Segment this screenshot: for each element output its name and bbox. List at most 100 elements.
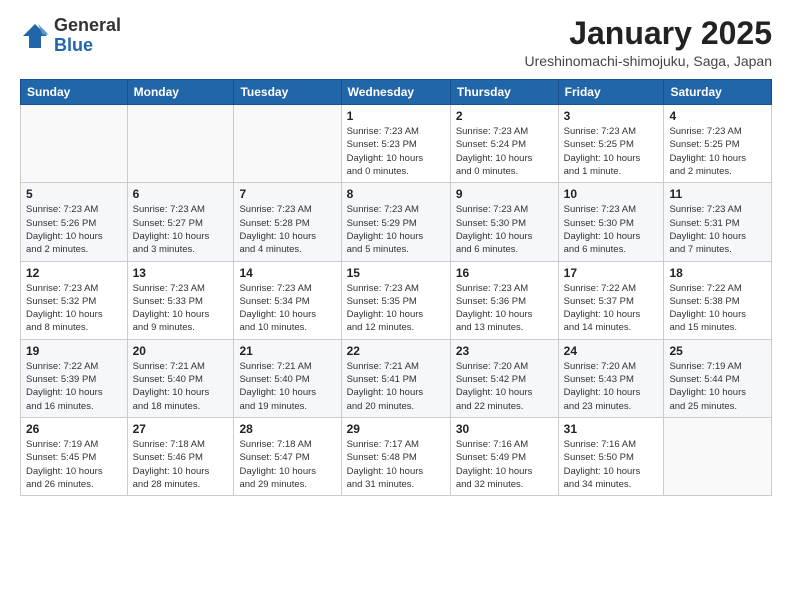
calendar-cell: 1Sunrise: 7:23 AM Sunset: 5:23 PM Daylig… <box>341 105 450 183</box>
calendar-cell: 8 Sunrise: 7:23 AM Sunset: 5:29 PM Daylig… <box>341 183 450 261</box>
day-number: 17 <box>564 266 659 280</box>
day-info: Sunrise: 7:17 AM Sunset: 5:48 PM Dayligh… <box>347 438 445 491</box>
day-number: 11 <box>669 187 766 201</box>
weekday-header-sunday: Sunday <box>21 80 128 105</box>
day-number: 8 <box>347 187 445 201</box>
day-info: Sunrise: 7:23 AM Sunset: 5:25 PM Dayligh… <box>669 125 766 178</box>
day-info: Sunrise: 7:18 AM Sunset: 5:46 PM Dayligh… <box>133 438 229 491</box>
calendar-cell: 21 Sunrise: 7:21 AM Sunset: 5:40 PM Dayli… <box>234 339 341 417</box>
day-number: 25 <box>669 344 766 358</box>
day-number: 24 <box>564 344 659 358</box>
day-number: 15 <box>347 266 445 280</box>
calendar-cell: 9 Sunrise: 7:23 AM Sunset: 5:30 PM Daylig… <box>450 183 558 261</box>
calendar-cell: 16 Sunrise: 7:23 AM Sunset: 5:36 PM Dayli… <box>450 261 558 339</box>
day-info: Sunrise: 7:23 AM Sunset: 5:32 PM Dayligh… <box>26 282 122 335</box>
day-info: Sunrise: 7:23 AM Sunset: 5:33 PM Dayligh… <box>133 282 229 335</box>
day-info: Sunrise: 7:23 AM Sunset: 5:31 PM Dayligh… <box>669 203 766 256</box>
calendar-cell: 24Sunrise: 7:20 AM Sunset: 5:43 PM Dayli… <box>558 339 664 417</box>
day-number: 1 <box>347 109 445 123</box>
day-info: Sunrise: 7:23 AM Sunset: 5:26 PM Dayligh… <box>26 203 122 256</box>
day-number: 31 <box>564 422 659 436</box>
calendar-cell: 28Sunrise: 7:18 AM Sunset: 5:47 PM Dayli… <box>234 417 341 495</box>
day-info: Sunrise: 7:23 AM Sunset: 5:30 PM Dayligh… <box>456 203 553 256</box>
weekday-header-thursday: Thursday <box>450 80 558 105</box>
logo-area: GeneralBlue <box>20 16 121 56</box>
day-number: 5 <box>26 187 122 201</box>
day-info: Sunrise: 7:23 AM Sunset: 5:36 PM Dayligh… <box>456 282 553 335</box>
calendar-cell: 10Sunrise: 7:23 AM Sunset: 5:30 PM Dayli… <box>558 183 664 261</box>
day-number: 7 <box>239 187 335 201</box>
day-info: Sunrise: 7:23 AM Sunset: 5:28 PM Dayligh… <box>239 203 335 256</box>
calendar-week-row: 1Sunrise: 7:23 AM Sunset: 5:23 PM Daylig… <box>21 105 772 183</box>
day-number: 12 <box>26 266 122 280</box>
month-title: January 2025 <box>525 16 772 51</box>
day-number: 13 <box>133 266 229 280</box>
day-info: Sunrise: 7:20 AM Sunset: 5:42 PM Dayligh… <box>456 360 553 413</box>
day-number: 16 <box>456 266 553 280</box>
calendar-week-row: 12 Sunrise: 7:23 AM Sunset: 5:32 PM Dayli… <box>21 261 772 339</box>
page: GeneralBlue January 2025 Ureshinomachi-s… <box>0 0 792 612</box>
day-info: Sunrise: 7:22 AM Sunset: 5:39 PM Dayligh… <box>26 360 122 413</box>
day-info: Sunrise: 7:16 AM Sunset: 5:50 PM Dayligh… <box>564 438 659 491</box>
day-info: Sunrise: 7:23 AM Sunset: 5:35 PM Dayligh… <box>347 282 445 335</box>
calendar-cell: 4Sunrise: 7:23 AM Sunset: 5:25 PM Daylig… <box>664 105 772 183</box>
header: GeneralBlue January 2025 Ureshinomachi-s… <box>20 16 772 69</box>
day-number: 29 <box>347 422 445 436</box>
calendar-week-row: 5 Sunrise: 7:23 AM Sunset: 5:26 PM Daylig… <box>21 183 772 261</box>
weekday-header-saturday: Saturday <box>664 80 772 105</box>
calendar-week-row: 26 Sunrise: 7:19 AM Sunset: 5:45 PM Dayli… <box>21 417 772 495</box>
calendar-cell <box>664 417 772 495</box>
day-info: Sunrise: 7:23 AM Sunset: 5:34 PM Dayligh… <box>239 282 335 335</box>
calendar-cell: 3 Sunrise: 7:23 AM Sunset: 5:25 PM Daylig… <box>558 105 664 183</box>
day-info: Sunrise: 7:23 AM Sunset: 5:25 PM Dayligh… <box>564 125 659 178</box>
title-area: January 2025 Ureshinomachi-shimojuku, Sa… <box>525 16 772 69</box>
logo-text: GeneralBlue <box>54 16 121 56</box>
day-info: Sunrise: 7:19 AM Sunset: 5:44 PM Dayligh… <box>669 360 766 413</box>
calendar-cell: 14Sunrise: 7:23 AM Sunset: 5:34 PM Dayli… <box>234 261 341 339</box>
day-info: Sunrise: 7:22 AM Sunset: 5:37 PM Dayligh… <box>564 282 659 335</box>
calendar-cell: 30 Sunrise: 7:16 AM Sunset: 5:49 PM Dayli… <box>450 417 558 495</box>
calendar-cell: 12 Sunrise: 7:23 AM Sunset: 5:32 PM Dayli… <box>21 261 128 339</box>
weekday-header-row: SundayMondayTuesdayWednesdayThursdayFrid… <box>21 80 772 105</box>
day-number: 3 <box>564 109 659 123</box>
calendar-cell: 2Sunrise: 7:23 AM Sunset: 5:24 PM Daylig… <box>450 105 558 183</box>
calendar-cell: 11 Sunrise: 7:23 AM Sunset: 5:31 PM Dayli… <box>664 183 772 261</box>
day-info: Sunrise: 7:22 AM Sunset: 5:38 PM Dayligh… <box>669 282 766 335</box>
day-number: 9 <box>456 187 553 201</box>
day-number: 26 <box>26 422 122 436</box>
calendar-cell: 5 Sunrise: 7:23 AM Sunset: 5:26 PM Daylig… <box>21 183 128 261</box>
day-info: Sunrise: 7:21 AM Sunset: 5:40 PM Dayligh… <box>239 360 335 413</box>
calendar-cell: 18 Sunrise: 7:22 AM Sunset: 5:38 PM Dayli… <box>664 261 772 339</box>
calendar-cell: 15 Sunrise: 7:23 AM Sunset: 5:35 PM Dayli… <box>341 261 450 339</box>
day-number: 30 <box>456 422 553 436</box>
calendar-cell <box>234 105 341 183</box>
calendar-cell: 23 Sunrise: 7:20 AM Sunset: 5:42 PM Dayli… <box>450 339 558 417</box>
day-number: 10 <box>564 187 659 201</box>
day-number: 28 <box>239 422 335 436</box>
calendar-cell: 6Sunrise: 7:23 AM Sunset: 5:27 PM Daylig… <box>127 183 234 261</box>
calendar-cell: 20Sunrise: 7:21 AM Sunset: 5:40 PM Dayli… <box>127 339 234 417</box>
day-number: 18 <box>669 266 766 280</box>
day-number: 23 <box>456 344 553 358</box>
calendar-table: SundayMondayTuesdayWednesdayThursdayFrid… <box>20 79 772 496</box>
calendar-cell: 22Sunrise: 7:21 AM Sunset: 5:41 PM Dayli… <box>341 339 450 417</box>
calendar-cell: 19 Sunrise: 7:22 AM Sunset: 5:39 PM Dayli… <box>21 339 128 417</box>
weekday-header-tuesday: Tuesday <box>234 80 341 105</box>
logo-icon <box>20 21 50 51</box>
day-info: Sunrise: 7:16 AM Sunset: 5:49 PM Dayligh… <box>456 438 553 491</box>
calendar-cell: 27 Sunrise: 7:18 AM Sunset: 5:46 PM Dayli… <box>127 417 234 495</box>
day-number: 21 <box>239 344 335 358</box>
calendar-cell <box>127 105 234 183</box>
calendar-cell: 31 Sunrise: 7:16 AM Sunset: 5:50 PM Dayli… <box>558 417 664 495</box>
calendar-cell: 25 Sunrise: 7:19 AM Sunset: 5:44 PM Dayli… <box>664 339 772 417</box>
location-title: Ureshinomachi-shimojuku, Saga, Japan <box>525 53 772 69</box>
day-info: Sunrise: 7:21 AM Sunset: 5:40 PM Dayligh… <box>133 360 229 413</box>
day-info: Sunrise: 7:19 AM Sunset: 5:45 PM Dayligh… <box>26 438 122 491</box>
calendar-cell: 29 Sunrise: 7:17 AM Sunset: 5:48 PM Dayli… <box>341 417 450 495</box>
weekday-header-monday: Monday <box>127 80 234 105</box>
day-number: 27 <box>133 422 229 436</box>
calendar-cell: 17 Sunrise: 7:22 AM Sunset: 5:37 PM Dayli… <box>558 261 664 339</box>
day-number: 19 <box>26 344 122 358</box>
day-info: Sunrise: 7:23 AM Sunset: 5:29 PM Dayligh… <box>347 203 445 256</box>
weekday-header-wednesday: Wednesday <box>341 80 450 105</box>
